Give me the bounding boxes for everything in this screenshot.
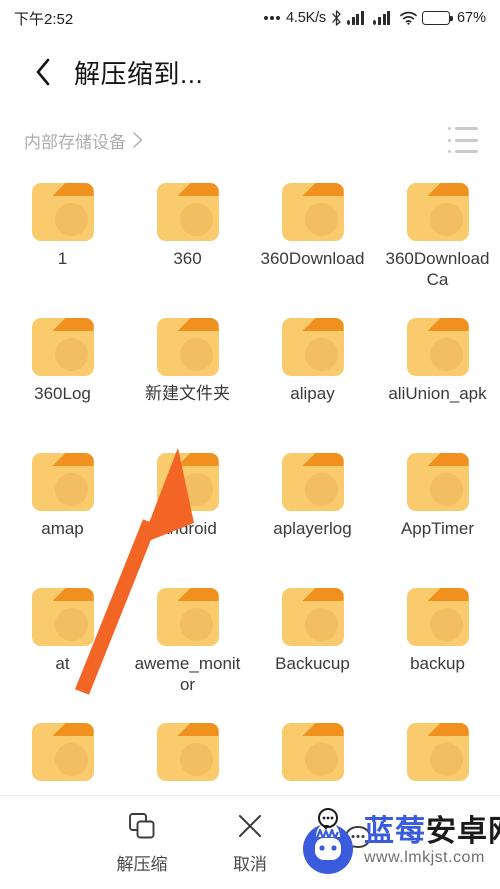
file-grid-item[interactable]: aweme_monitor [125, 581, 250, 716]
network-speed-text: 4.5K/s [286, 10, 326, 26]
breadcrumb-bar: 内部存储设备 [0, 112, 500, 168]
file-grid-item[interactable]: Backucup [250, 581, 375, 716]
signal-icon [346, 11, 369, 25]
status-indicators: 4.5K/s 67% [264, 10, 486, 26]
file-grid-item-label: AppTimer [400, 519, 475, 538]
bluetooth-icon [331, 10, 342, 26]
file-grid-item-label: 360Download [260, 249, 365, 268]
folder-icon [406, 318, 469, 376]
file-grid-item[interactable] [0, 716, 125, 796]
file-grid-item[interactable]: aliUnion_apk [375, 311, 500, 446]
file-grid: 1 360 360Download 360DownloadCa 360Log 新建文件夹 a… [0, 176, 500, 796]
extract-button-label: 解压缩 [116, 854, 168, 874]
file-grid-item-label: aliUnion_apk [388, 384, 487, 403]
file-grid-item[interactable]: 新建文件夹 [125, 311, 250, 446]
folder-icon [31, 183, 94, 241]
file-grid-item[interactable] [375, 716, 500, 796]
chevron-right-icon [133, 132, 143, 148]
file-grid-item-label: 360DownloadCa [385, 249, 490, 289]
folder-icon [406, 183, 469, 241]
back-button[interactable] [26, 55, 60, 89]
signal-icon [373, 11, 395, 25]
folder-icon [406, 453, 469, 511]
phone-screen: 下午2:52 4.5K/s 67% 解压缩到... 内部存储设备 1 360 3… [0, 0, 500, 889]
file-grid-item-label: 360 [173, 249, 202, 268]
file-grid-item[interactable]: 360Log [0, 311, 125, 446]
battery-percent-text: 67% [456, 10, 486, 26]
cancel-button-label: 取消 [233, 854, 267, 874]
folder-icon [31, 453, 94, 511]
folder-icon [281, 723, 344, 781]
file-grid-item-label: 新建文件夹 [145, 384, 230, 403]
file-grid-item[interactable]: 1 [0, 176, 125, 311]
folder-icon [156, 183, 219, 241]
file-grid-item-label: backup [410, 654, 465, 673]
more-bubble-icon [343, 823, 373, 853]
folder-icon [156, 723, 219, 781]
file-grid-item-label: amap [41, 519, 84, 538]
folder-icon [281, 183, 344, 241]
file-grid-item-label: 1 [57, 249, 68, 268]
folder-icon [156, 588, 219, 646]
file-grid-item[interactable]: backup [375, 581, 500, 716]
folder-icon [281, 318, 344, 376]
bottom-action-bar: 解压缩 取消 [0, 795, 500, 889]
file-grid-item-label: aplayerlog [273, 519, 352, 538]
extract-copy-icon [127, 811, 157, 841]
folder-icon [31, 588, 94, 646]
file-grid-item-label: Android [158, 519, 217, 538]
battery-icon [421, 11, 453, 25]
cancel-button[interactable]: 取消 [196, 811, 304, 875]
file-grid-item[interactable]: aplayerlog [250, 446, 375, 581]
breadcrumb[interactable]: 内部存储设备 [24, 128, 144, 153]
file-grid-item-label: at [55, 654, 70, 673]
file-grid-item[interactable] [250, 716, 375, 796]
folder-icon [281, 588, 344, 646]
file-grid-item[interactable]: 360 [125, 176, 250, 311]
file-grid-item[interactable]: 360DownloadCa [375, 176, 500, 311]
back-chevron-icon [36, 58, 50, 86]
app-bar: 解压缩到... [0, 36, 500, 108]
file-grid-item-label: Backucup [275, 654, 350, 673]
status-bar: 下午2:52 4.5K/s 67% [0, 0, 500, 36]
file-grid-item[interactable]: amap [0, 446, 125, 581]
file-grid-item-label: alipay [290, 384, 335, 403]
folder-icon [281, 453, 344, 511]
breadcrumb-label: 内部存储设备 [24, 132, 126, 152]
folder-icon [156, 318, 219, 376]
close-x-icon [235, 811, 265, 841]
file-grid-item[interactable] [125, 716, 250, 796]
file-grid-item[interactable]: Android [125, 446, 250, 581]
status-time: 下午2:52 [14, 10, 74, 28]
wifi-icon [400, 11, 417, 25]
folder-icon [406, 723, 469, 781]
extract-button[interactable]: 解压缩 [88, 811, 196, 875]
folder-icon [156, 453, 219, 511]
file-grid-item-label: 360Log [34, 384, 91, 403]
file-grid-item[interactable]: AppTimer [375, 446, 500, 581]
file-grid-item-label: aweme_monitor [134, 654, 241, 694]
folder-icon [31, 723, 94, 781]
file-grid-item[interactable]: alipay [250, 311, 375, 446]
folder-icon [406, 588, 469, 646]
page-title: 解压缩到... [74, 58, 204, 89]
folder-icon [31, 318, 94, 376]
dots-icon [264, 16, 281, 20]
file-grid-item[interactable]: at [0, 581, 125, 716]
more-button[interactable] [304, 823, 412, 862]
list-view-toggle-icon[interactable] [448, 127, 478, 153]
file-grid-item[interactable]: 360Download [250, 176, 375, 311]
